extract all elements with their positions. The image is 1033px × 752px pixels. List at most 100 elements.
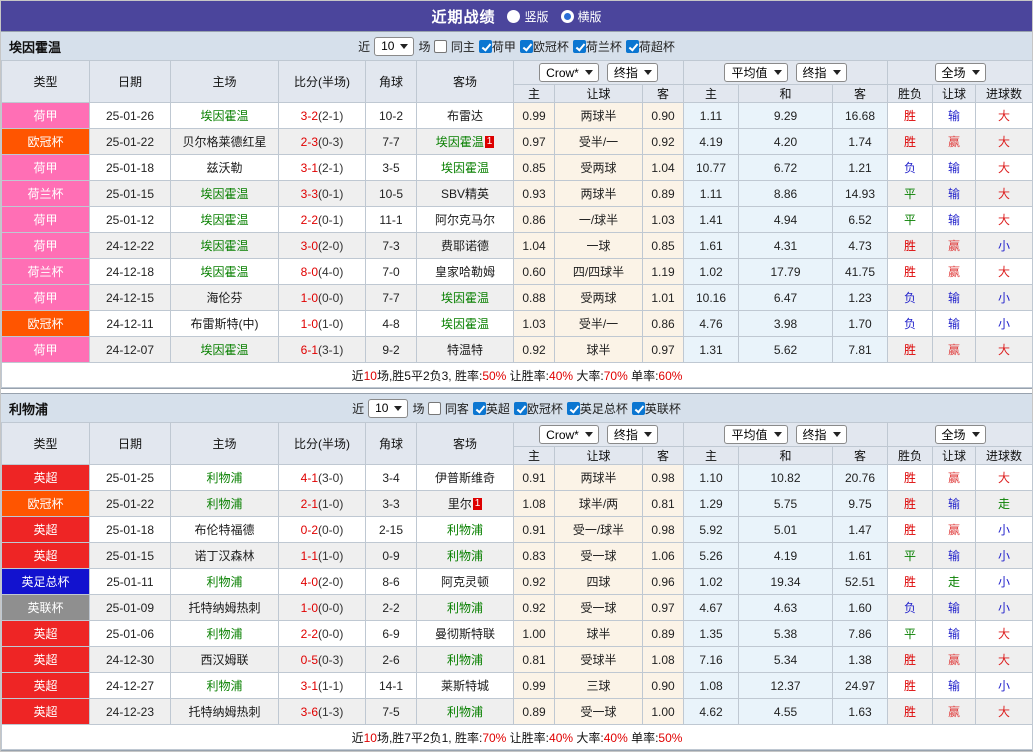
league-filter-option[interactable]: 荷超杯 bbox=[626, 38, 675, 55]
radio-horizontal-label: 横版 bbox=[578, 8, 602, 25]
avg-stage-select[interactable]: 终指 bbox=[796, 63, 847, 82]
avg-source-select[interactable]: 平均值 bbox=[724, 63, 787, 82]
away-team-name[interactable]: 皇家哈勒姆 bbox=[435, 265, 495, 279]
league-checkbox[interactable] bbox=[567, 402, 580, 415]
league-filter-option[interactable]: 荷兰杯 bbox=[573, 38, 622, 55]
home-team-name[interactable]: 贝尔格莱德红星 bbox=[182, 135, 266, 149]
match-count-select[interactable]: 10 bbox=[368, 399, 408, 418]
away-team-name[interactable]: 伊普斯维奇 bbox=[435, 471, 495, 485]
away-team-name[interactable]: 埃因霍温 bbox=[441, 317, 489, 331]
chevron-down-icon bbox=[972, 432, 980, 437]
avg-stage-select[interactable]: 终指 bbox=[796, 425, 847, 444]
home-team-name[interactable]: 埃因霍温 bbox=[200, 109, 248, 123]
corners: 14-1 bbox=[366, 673, 417, 699]
league-badge: 英超 bbox=[2, 621, 90, 647]
home-team-name[interactable]: 西汉姆联 bbox=[200, 653, 248, 667]
league-checkbox[interactable] bbox=[573, 40, 586, 53]
result-outcome: 平 bbox=[888, 181, 933, 207]
away-team-name[interactable]: 布雷达 bbox=[447, 109, 483, 123]
odds-source-select[interactable]: Crow* bbox=[539, 63, 599, 82]
odds-stage-select-value: 终指 bbox=[614, 426, 638, 443]
away-team-name[interactable]: 费耶诺德 bbox=[441, 239, 489, 253]
radio-icon[interactable] bbox=[507, 10, 520, 23]
handicap-line: 两球半 bbox=[555, 181, 643, 207]
scope-select[interactable]: 全场 bbox=[935, 425, 986, 444]
away-team-name[interactable]: 莱斯特城 bbox=[441, 679, 489, 693]
league-checkbox[interactable] bbox=[514, 402, 527, 415]
home-team-name[interactable]: 诺丁汉森林 bbox=[194, 549, 254, 563]
away-team-name[interactable]: 埃因霍温 bbox=[436, 135, 484, 149]
halftime-score: (0-3) bbox=[318, 653, 343, 667]
home-team-name[interactable]: 埃因霍温 bbox=[200, 187, 248, 201]
home-team-name[interactable]: 布雷斯特(中) bbox=[191, 317, 259, 331]
match-count-select[interactable]: 10 bbox=[374, 37, 414, 56]
fulltime-score: 2-2 bbox=[301, 627, 318, 641]
result-handicap: 赢 bbox=[933, 259, 976, 285]
home-team-name[interactable]: 托特纳姆热刺 bbox=[188, 601, 260, 615]
radio-horizontal-layout[interactable]: 横版 bbox=[561, 8, 602, 25]
away-team-name[interactable]: 利物浦 bbox=[447, 601, 483, 615]
away-team-name[interactable]: SBV精英 bbox=[441, 187, 489, 201]
home-team-name[interactable]: 埃因霍温 bbox=[200, 343, 248, 357]
league-filter-option[interactable]: 英超 bbox=[473, 400, 510, 417]
league-filter-option[interactable]: 荷甲 bbox=[479, 38, 516, 55]
avg-home: 7.16 bbox=[684, 647, 739, 673]
away-team-name[interactable]: 利物浦 bbox=[447, 653, 483, 667]
away-team-name[interactable]: 利物浦 bbox=[447, 549, 483, 563]
same-venue-option[interactable]: 同客 bbox=[428, 400, 468, 417]
home-team-name[interactable]: 布伦特福德 bbox=[194, 523, 254, 537]
league-filter-option[interactable]: 英足总杯 bbox=[567, 400, 628, 417]
league-filter-option[interactable]: 英联杯 bbox=[632, 400, 681, 417]
odds-stage-select[interactable]: 终指 bbox=[607, 425, 658, 444]
handicap-line: 受一球 bbox=[555, 699, 643, 725]
avg-draw: 3.98 bbox=[739, 311, 833, 337]
avg-draw: 4.20 bbox=[739, 129, 833, 155]
league-checkbox[interactable] bbox=[520, 40, 533, 53]
away-team-name[interactable]: 里尔 bbox=[448, 497, 472, 511]
avg-away: 1.47 bbox=[833, 517, 888, 543]
same-venue-option[interactable]: 同主 bbox=[434, 38, 474, 55]
league-filter-option[interactable]: 欧冠杯 bbox=[514, 400, 563, 417]
league-badge: 英联杯 bbox=[2, 595, 90, 621]
same-venue-checkbox[interactable] bbox=[434, 40, 447, 53]
league-checkbox[interactable] bbox=[479, 40, 492, 53]
away-team-name[interactable]: 埃因霍温 bbox=[441, 161, 489, 175]
home-team-name[interactable]: 利物浦 bbox=[206, 471, 242, 485]
home-team-name[interactable]: 利物浦 bbox=[206, 497, 242, 511]
home-team-name[interactable]: 海伦芬 bbox=[206, 291, 242, 305]
league-checkbox[interactable] bbox=[473, 402, 486, 415]
odds-home: 0.92 bbox=[514, 595, 555, 621]
league-checkbox[interactable] bbox=[632, 402, 645, 415]
result-outcome: 胜 bbox=[888, 491, 933, 517]
away-team-name[interactable]: 曼彻斯特联 bbox=[435, 627, 495, 641]
sub-col-header: 进球数 bbox=[976, 85, 1033, 103]
away-team-name[interactable]: 阿尔克马尔 bbox=[435, 213, 495, 227]
odds-stage-select[interactable]: 终指 bbox=[607, 63, 658, 82]
radio-vertical-layout[interactable]: 竖版 bbox=[507, 8, 548, 25]
scope-select[interactable]: 全场 bbox=[935, 63, 986, 82]
match-date: 24-12-22 bbox=[90, 233, 171, 259]
home-team-name[interactable]: 利物浦 bbox=[206, 575, 242, 589]
home-team-name[interactable]: 埃因霍温 bbox=[200, 213, 248, 227]
home-team-name[interactable]: 埃因霍温 bbox=[200, 239, 248, 253]
avg-home: 1.10 bbox=[684, 465, 739, 491]
fulltime-score: 2-2 bbox=[301, 213, 318, 227]
radio-icon[interactable] bbox=[561, 10, 574, 23]
away-team-name[interactable]: 特温特 bbox=[447, 343, 483, 357]
away-team-name[interactable]: 利物浦 bbox=[447, 705, 483, 719]
halftime-score: (1-0) bbox=[318, 497, 343, 511]
league-checkbox[interactable] bbox=[626, 40, 639, 53]
home-team-name[interactable]: 托特纳姆热刺 bbox=[188, 705, 260, 719]
home-team-name[interactable]: 埃因霍温 bbox=[200, 265, 248, 279]
away-team-name[interactable]: 埃因霍温 bbox=[441, 291, 489, 305]
away-team-name[interactable]: 利物浦 bbox=[447, 523, 483, 537]
table-row: 荷甲25-01-26埃因霍温3-2(2-1)10-2布雷达0.99两球半0.90… bbox=[2, 103, 1033, 129]
odds-source-select[interactable]: Crow* bbox=[539, 425, 599, 444]
avg-source-select[interactable]: 平均值 bbox=[724, 425, 787, 444]
home-team-name[interactable]: 利物浦 bbox=[206, 627, 242, 641]
home-team-name[interactable]: 利物浦 bbox=[206, 679, 242, 693]
home-team-name[interactable]: 兹沃勒 bbox=[206, 161, 242, 175]
away-team-name[interactable]: 阿克灵顿 bbox=[441, 575, 489, 589]
same-venue-checkbox[interactable] bbox=[428, 402, 441, 415]
league-filter-option[interactable]: 欧冠杯 bbox=[520, 38, 569, 55]
